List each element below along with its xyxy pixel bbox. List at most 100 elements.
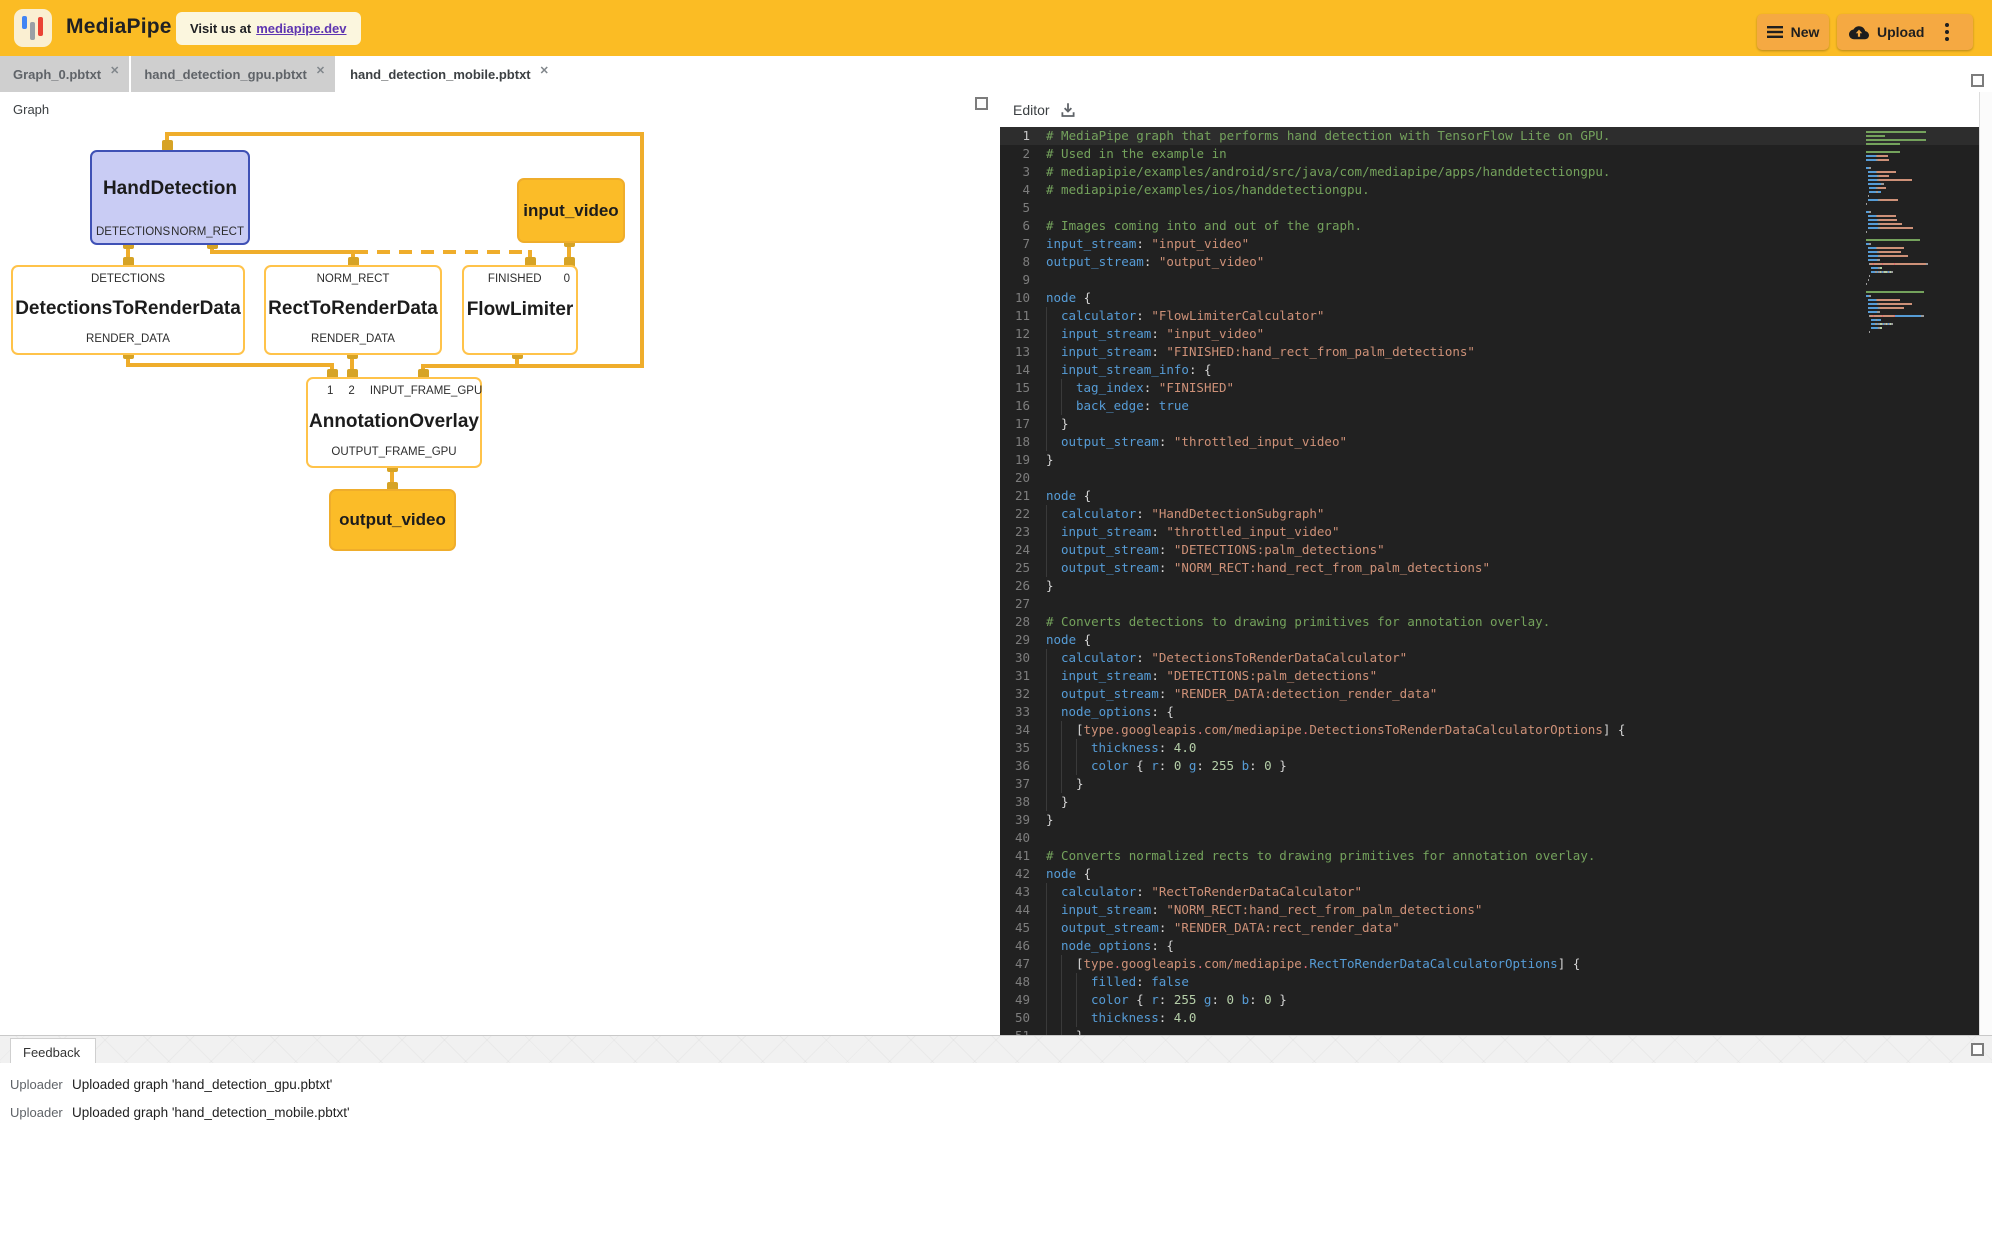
graph-canvas[interactable]: HandDetection DETECTIONS NORM_RECT input… [0,122,1000,1035]
graph-panel-maximize-icon[interactable] [975,97,988,110]
graph-node-flowlimiter[interactable]: FINISHED 0 FlowLimiter [462,265,578,355]
editor-panel-maximize-icon[interactable] [1971,74,1984,87]
code-line: 26} [1000,577,1979,595]
visit-us-text: Visit us at [190,21,251,36]
code-line: 4# mediapipie/examples/ios/handdetection… [1000,181,1979,199]
graph-node-annotationoverlay[interactable]: 1 2 INPUT_FRAME_GPU AnnotationOverlay OU… [306,377,482,468]
download-icon[interactable] [1059,101,1077,119]
code-line: 16back_edge: true [1000,397,1979,415]
editor-minimap[interactable] [1866,131,1944,335]
port-norm-rect: NORM_RECT [317,273,390,285]
new-button[interactable]: New [1757,14,1829,50]
code-line: 29node { [1000,631,1979,649]
tab-label: hand_detection_mobile.pbtxt [350,67,531,82]
close-icon[interactable]: ✕ [316,64,325,77]
tab-label: hand_detection_gpu.pbtxt [144,67,307,82]
port-detections: DETECTIONS [91,273,165,285]
code-line: 9 [1000,271,1979,289]
code-line: 8output_stream: "output_video" [1000,253,1979,271]
code-line: 38} [1000,793,1979,811]
code-line: 11calculator: "FlowLimiterCalculator" [1000,307,1979,325]
code-line: 31input_stream: "DETECTIONS:palm_detecti… [1000,667,1979,685]
code-line: 28# Converts detections to drawing primi… [1000,613,1979,631]
mediapipe-dev-link[interactable]: mediapipe.dev [256,21,346,36]
graph-edge [210,250,355,254]
port-finished: FINISHED [488,273,542,285]
code-line: 19} [1000,451,1979,469]
code-line: 34[type.googleapis.com/mediapipe.Detecti… [1000,721,1979,739]
code-line: 18output_stream: "throttled_input_video" [1000,433,1979,451]
editor-tab-label: Editor [1013,102,1050,118]
port-0: 0 [564,273,570,285]
code-line: 10node { [1000,289,1979,307]
mediapipe-logo-icon [14,9,52,47]
code-line: 12input_stream: "input_video" [1000,325,1979,343]
tab-label: Graph_0.pbtxt [13,67,101,82]
menu-icon [1767,26,1783,38]
code-line: 40 [1000,829,1979,847]
code-line: 2# Used in the example in [1000,145,1979,163]
tab-hand-detection-gpu-pbtxt[interactable]: hand_detection_gpu.pbtxt ✕ [131,56,335,92]
close-icon[interactable]: ✕ [110,64,119,77]
code-line: 1# MediaPipe graph that performs hand de… [1000,127,1979,145]
port-detections: DETECTIONS [96,226,170,238]
code-line: 44input_stream: "NORM_RECT:hand_rect_fro… [1000,901,1979,919]
editor-scrollbar[interactable] [1979,92,1992,1035]
more-options-icon[interactable] [1942,21,1952,43]
feedback-entry: Uploader Uploaded graph 'hand_detection_… [0,1098,1992,1126]
code-line: 33node_options: { [1000,703,1979,721]
port-render-data: RENDER_DATA [311,333,395,345]
visit-us-badge: Visit us at mediapipe.dev [176,12,361,45]
feedback-log: Uploader Uploaded graph 'hand_detection_… [0,1063,1992,1236]
node-title: AnnotationOverlay [308,397,480,446]
code-line: 13input_stream: "FINISHED:hand_rect_from… [1000,343,1979,361]
code-line: 39} [1000,811,1979,829]
code-line: 6# Images coming into and out of the gra… [1000,217,1979,235]
graph-edge [421,364,519,368]
app-title: MediaPipe [66,15,172,39]
feedback-entry: Uploader Uploaded graph 'hand_detection_… [0,1070,1992,1098]
code-line: 7input_stream: "input_video" [1000,235,1979,253]
code-line: 45output_stream: "RENDER_DATA:rect_rende… [1000,919,1979,937]
new-button-label: New [1791,24,1820,40]
code-line: 5 [1000,199,1979,217]
graph-node-input-video[interactable]: input_video [517,178,625,243]
feedback-panel-maximize-icon[interactable] [1971,1043,1984,1056]
code-line: 46node_options: { [1000,937,1979,955]
mediapipe-visualizer: MediaPipe Visit us at mediapipe.dev New [0,0,1992,1236]
node-title: HandDetection [92,152,248,226]
code-line: 22calculator: "HandDetectionSubgraph" [1000,505,1979,523]
code-line: 41# Converts normalized rects to drawing… [1000,847,1979,865]
node-title: input_video [519,180,623,241]
graph-edge-back-edge [355,250,530,254]
file-tab-strip: Graph_0.pbtxt ✕ hand_detection_gpu.pbtxt… [0,56,1992,92]
code-line: 42node { [1000,865,1979,883]
port-output-frame-gpu: OUTPUT_FRAME_GPU [331,446,456,458]
code-line: 47[type.googleapis.com/mediapipe.RectToR… [1000,955,1979,973]
editor-panel-tab[interactable]: Editor [1000,92,1092,127]
code-line: 50thickness: 4.0 [1000,1009,1979,1027]
feedback-source: Uploader [10,1077,72,1092]
node-title: output_video [331,491,454,549]
graph-edge [640,132,644,368]
code-line: 43calculator: "RectToRenderDataCalculato… [1000,883,1979,901]
code-line: 30calculator: "DetectionsToRenderDataCal… [1000,649,1979,667]
graph-node-recttorenderdata[interactable]: NORM_RECT RectToRenderData RENDER_DATA [264,265,442,355]
node-title: DetectionsToRenderData [13,285,243,333]
code-line: 32output_stream: "RENDER_DATA:detection_… [1000,685,1979,703]
tab-graph-0-pbtxt[interactable]: Graph_0.pbtxt ✕ [0,56,129,92]
port-input-frame-gpu: INPUT_FRAME_GPU [370,385,482,397]
tab-hand-detection-mobile-pbtxt[interactable]: hand_detection_mobile.pbtxt ✕ [337,56,559,92]
close-icon[interactable]: ✕ [540,64,549,77]
code-line: 20 [1000,469,1979,487]
graph-node-output-video[interactable]: output_video [329,489,456,551]
code-line: 49color { r: 255 g: 0 b: 0 } [1000,991,1979,1009]
feedback-panel-tab[interactable]: Feedback [10,1038,96,1065]
code-line: 24output_stream: "DETECTIONS:palm_detect… [1000,541,1979,559]
graph-node-detectionstorenderdata[interactable]: DETECTIONS DetectionsToRenderData RENDER… [11,265,245,355]
code-line: 3# mediapipie/examples/android/src/java/… [1000,163,1979,181]
graph-node-handdetection[interactable]: HandDetection DETECTIONS NORM_RECT [90,150,250,245]
code-line: 48filled: false [1000,973,1979,991]
upload-button[interactable]: Upload [1837,14,1973,50]
code-editor[interactable]: 1# MediaPipe graph that performs hand de… [1000,127,1979,1035]
